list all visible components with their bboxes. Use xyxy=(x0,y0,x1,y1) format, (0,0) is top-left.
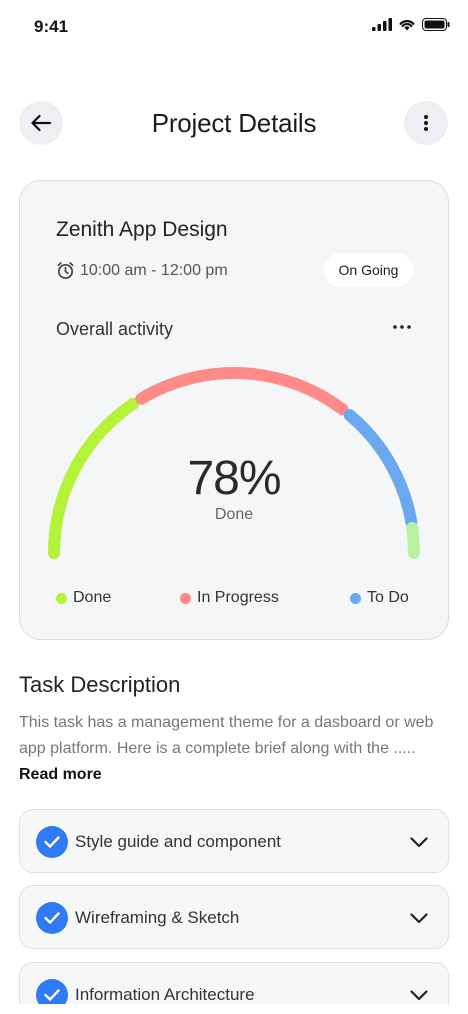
task-check[interactable] xyxy=(36,902,68,934)
chevron-down-icon xyxy=(410,989,428,1000)
vertical-dots-icon xyxy=(424,115,428,131)
page-title: Project Details xyxy=(151,108,317,138)
task-expand-button[interactable] xyxy=(408,908,430,928)
task-description-text: This task has a management theme for a d… xyxy=(19,714,434,757)
gauge-arc-tail xyxy=(406,521,420,559)
legend-dot-to-do xyxy=(350,592,361,604)
task-expand-button[interactable] xyxy=(408,985,430,1005)
project-card: Zenith App Design 10:00 am - 12:00 pm On… xyxy=(19,180,449,640)
chevron-down-icon xyxy=(410,836,428,847)
gauge-arc-in-progress xyxy=(135,367,349,416)
task-description: This task has a management theme for a d… xyxy=(19,710,449,788)
top-bar: Project Details xyxy=(0,100,468,146)
legend-item-done: Done xyxy=(56,589,111,607)
read-more-link[interactable]: Read more xyxy=(19,766,102,783)
check-icon xyxy=(44,912,60,924)
wifi-icon xyxy=(399,20,415,31)
task-label: Information Architecture xyxy=(75,985,255,1004)
legend-dot-done xyxy=(56,592,67,604)
task-label: Wireframing & Sketch xyxy=(75,908,240,927)
gauge-percent-label: Done xyxy=(214,506,254,523)
battery-icon xyxy=(422,18,450,31)
status-bar: 9:41 xyxy=(0,0,468,56)
task-check[interactable] xyxy=(36,826,68,858)
legend-dot-in-progress xyxy=(180,592,191,604)
check-icon xyxy=(44,989,60,1001)
task-description-title: Task Description xyxy=(19,672,181,697)
more-options-button[interactable] xyxy=(404,101,448,145)
chevron-down-icon xyxy=(410,912,428,923)
bottom-fade xyxy=(0,1004,468,1014)
task-label: Style guide and component xyxy=(75,832,282,851)
task-item[interactable]: Style guide and component xyxy=(19,809,449,873)
legend-label-in-progress: In Progress xyxy=(197,589,279,606)
legend-item-in-progress: In Progress xyxy=(180,589,279,607)
signal-icon xyxy=(372,18,392,31)
check-icon xyxy=(44,836,60,848)
status-time: 9:41 xyxy=(34,17,69,36)
gauge-percent: 78% xyxy=(187,452,281,505)
status-icons xyxy=(372,18,450,31)
legend-label-to-do: To Do xyxy=(367,589,409,606)
legend-item-to-do: To Do xyxy=(350,589,409,607)
task-expand-button[interactable] xyxy=(408,832,430,852)
legend-label-done: Done xyxy=(73,589,112,606)
task-item[interactable]: Wireframing & Sketch xyxy=(19,885,449,949)
